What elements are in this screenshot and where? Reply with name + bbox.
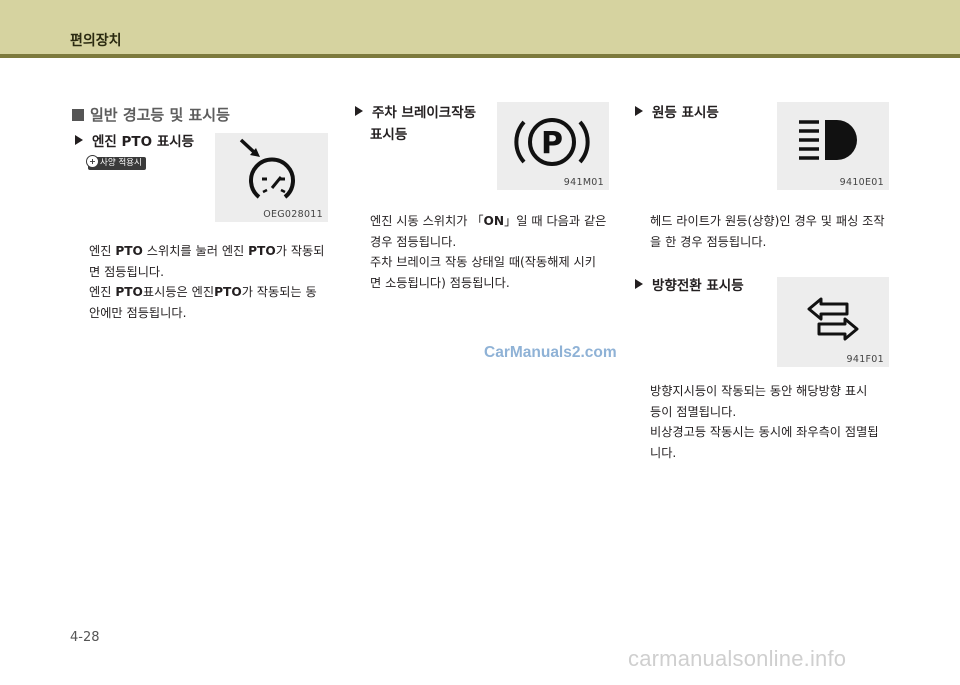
text-run: 가 작동되는 동 <box>241 285 317 299</box>
pto-image: OEG028011 <box>215 133 328 222</box>
bottom-watermark: carmanualsonline.info <box>628 646 847 671</box>
text-run: 엔진 <box>89 244 116 258</box>
image-code: OEG028011 <box>263 209 323 220</box>
text-run: 헤드 라이트가 원등(상향)인 경우 및 패싱 조작 <box>650 214 885 228</box>
turn-body: 방향지시등이 작동되는 동안 해당방향 표시 등이 점멸됩니다. 비상경고등 작… <box>650 381 910 463</box>
text-run-bold: PTO <box>115 244 143 258</box>
text-run: 스위치를 눌러 엔진 <box>142 244 249 258</box>
text-run: 비상경고등 작동시는 동시에 좌우측이 점멸됩 <box>650 425 879 439</box>
highbeam-body: 헤드 라이트가 원등(상향)인 경우 및 패싱 조작 을 한 경우 점등됩니다. <box>650 211 910 252</box>
text-line: 을 한 경우 점등됩니다. <box>650 232 910 253</box>
text-line: 면 소등됩니다) 점등됩니다. <box>370 273 625 294</box>
text-line: 니다. <box>650 443 910 464</box>
parking-title-line: 표시등 <box>355 124 476 146</box>
text-run: 등이 점멸됩니다. <box>650 404 737 419</box>
pto-title: 엔진 PTO 표시등 <box>75 131 194 153</box>
highbeam-image: 9410E01 <box>777 102 889 190</box>
text-line: 헤드 라이트가 원등(상향)인 경우 및 패싱 조작 <box>650 211 910 232</box>
text-line: 엔진 PTO표시등은 엔진PTO가 작동되는 동 <box>89 282 344 303</box>
text-run: 가 작동되 <box>275 244 325 258</box>
text-run-bold: ON <box>483 214 505 228</box>
parking-title-text: 주차 브레이크작동 <box>372 105 477 121</box>
pto-title-text: 엔진 PTO 표시등 <box>92 134 195 150</box>
text-run: 엔진 <box>89 285 116 299</box>
text-line: 비상경고등 작동시는 동시에 좌우측이 점멸됩 <box>650 422 910 443</box>
text-run-bold: PTO <box>115 285 143 299</box>
triangle-bullet-icon <box>635 279 643 289</box>
text-run-bold: PTO <box>248 244 276 258</box>
text-line: 엔진 시동 스위치가 「ON」일 때 다음과 같은 <box>370 211 625 232</box>
option-badge-text: 사양 적용시 <box>100 158 142 168</box>
image-code: 9410E01 <box>839 177 884 188</box>
turn-image: 941F01 <box>777 277 889 367</box>
text-run: 면 점등됩니다. <box>89 264 165 279</box>
turn-title-text: 방향전환 표시등 <box>652 278 744 294</box>
triangle-bullet-icon <box>355 106 363 116</box>
section-title-text: 일반 경고등 및 표시등 <box>90 106 230 124</box>
section-title: 일반 경고등 및 표시등 <box>72 104 230 125</box>
text-run-bold: PTO <box>214 285 242 299</box>
text-run: 방향지시등이 작동되는 동안 해당방향 표시 <box>650 384 868 398</box>
text-run: 경우 점등됩니다. <box>370 234 457 249</box>
text-run: 표시등은 엔진 <box>142 285 215 299</box>
text-line: 방향지시등이 작동되는 동안 해당방향 표시 <box>650 381 910 402</box>
text-run: 엔진 시동 스위치가 「 <box>370 214 484 228</box>
triangle-bullet-icon <box>635 106 643 116</box>
text-line: 면 점등됩니다. <box>89 262 344 283</box>
text-line: 주차 브레이크 작동 상태일 때(작동해제 시키 <box>370 252 625 273</box>
text-run: 」일 때 다음과 같은 <box>504 214 607 228</box>
parking-title-line: 주차 브레이크작동 <box>355 102 476 124</box>
turn-title: 방향전환 표시등 <box>635 275 744 297</box>
highbeam-title-text: 원등 표시등 <box>652 105 719 121</box>
parking-title: 주차 브레이크작동 표시등 <box>355 102 476 146</box>
text-line: 경우 점등됩니다. <box>370 232 625 253</box>
image-code: 941M01 <box>563 177 604 188</box>
text-run: 면 소등됩니다) 점등됩니다. <box>370 275 510 290</box>
svg-text:P: P <box>541 126 563 161</box>
text-line: 엔진 PTO 스위치를 눌러 엔진 PTO가 작동되 <box>89 241 344 262</box>
watermark: CarManuals2.com <box>484 344 617 361</box>
plus-icon: + <box>86 155 99 168</box>
image-code: 941F01 <box>846 354 884 365</box>
pto-body: 엔진 PTO 스위치를 눌러 엔진 PTO가 작동되 면 점등됩니다. 엔진 P… <box>89 241 344 323</box>
option-badge: + 사양 적용시 <box>86 155 146 170</box>
text-line: 등이 점멸됩니다. <box>650 402 910 423</box>
text-run: 니다. <box>650 445 677 460</box>
parking-image: P 941M01 <box>497 102 609 190</box>
highbeam-title: 원등 표시등 <box>635 102 719 124</box>
header-title: 편의장치 <box>70 33 122 49</box>
text-run: 을 한 경우 점등됩니다. <box>650 234 767 249</box>
parking-body: 엔진 시동 스위치가 「ON」일 때 다음과 같은 경우 점등됩니다. 주차 브… <box>370 211 625 293</box>
header-divider <box>0 54 960 58</box>
text-run: 주차 브레이크 작동 상태일 때(작동해제 시키 <box>370 255 596 269</box>
text-line: 안에만 점등됩니다. <box>89 303 344 324</box>
square-bullet-icon <box>72 109 84 121</box>
triangle-bullet-icon <box>75 135 83 145</box>
parking-title-text: 표시등 <box>370 127 408 143</box>
page-header: 편의장치 <box>0 0 960 54</box>
text-run: 안에만 점등됩니다. <box>89 305 187 320</box>
page-number: 4-28 <box>70 630 100 645</box>
